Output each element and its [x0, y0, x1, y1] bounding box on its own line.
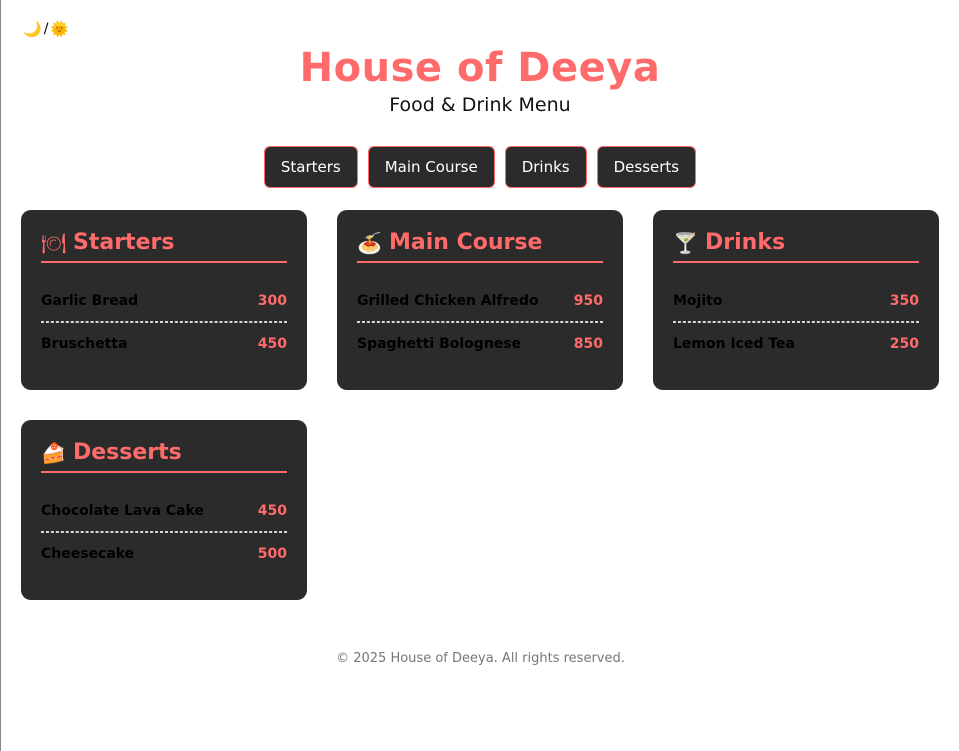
category-nav: Starters Main Course Drinks Desserts: [1, 146, 959, 188]
card-title: Desserts: [73, 440, 182, 465]
sun-icon: 🌞: [50, 20, 70, 38]
card-title: Starters: [73, 230, 175, 255]
menu-card-main-course: 🍝 Main Course Grilled Chicken Alfredo 95…: [337, 210, 623, 390]
menu-item-price: 850: [573, 335, 603, 352]
menu-item-price: 250: [889, 335, 919, 352]
nav-button-starters[interactable]: Starters: [263, 146, 358, 188]
menu-item-name: Spaghetti Bolognese: [357, 335, 522, 352]
card-title: Main Course: [389, 230, 543, 255]
page-subtitle: Food & Drink Menu: [389, 94, 571, 116]
menu-item-name: Bruschetta: [41, 335, 128, 352]
copyright-text: © 2025 House of Deeya. All rights reserv…: [336, 651, 625, 666]
card-header: 🍝 Main Course: [357, 230, 603, 263]
cake-icon: 🍰: [41, 440, 66, 465]
menu-item: Spaghetti Bolognese 850: [357, 322, 603, 364]
pasta-icon: 🍝: [357, 230, 382, 255]
card-title: Drinks: [705, 230, 786, 255]
menu-item-price: 450: [257, 502, 287, 519]
menu-item-name: Grilled Chicken Alfredo: [357, 292, 539, 309]
card-header: 🍸 Drinks: [673, 230, 919, 263]
page-header: House of Deeya Food & Drink Menu: [1, 0, 959, 116]
menu-item: Bruschetta 450: [41, 322, 287, 364]
nav-button-drinks[interactable]: Drinks: [504, 146, 587, 188]
menu-item: Chocolate Lava Cake 450: [41, 490, 287, 532]
menu-item-price: 500: [257, 545, 287, 562]
menu-item-name: Chocolate Lava Cake: [41, 502, 205, 519]
menu-item-price: 350: [889, 292, 919, 309]
cocktail-icon: 🍸: [673, 230, 698, 255]
theme-toggle-separator: /: [43, 21, 49, 37]
menu-item: Garlic Bread 300: [41, 280, 287, 322]
menu-item-name: Garlic Bread: [41, 292, 139, 309]
menu-item-price: 950: [573, 292, 603, 309]
moon-icon: 🌙: [23, 20, 42, 38]
menu-grid: 🍽 Starters Garlic Bread 300 Bruschetta 4…: [21, 210, 940, 600]
theme-toggle[interactable]: 🌙 / 🌞: [23, 20, 69, 38]
nav-button-desserts[interactable]: Desserts: [596, 146, 697, 188]
page-footer: © 2025 House of Deeya. All rights reserv…: [1, 651, 959, 666]
menu-item-price: 450: [257, 335, 287, 352]
menu-item-name: Mojito: [673, 292, 723, 309]
card-header: 🍰 Desserts: [41, 440, 287, 473]
card-header: 🍽 Starters: [41, 230, 287, 263]
page-title: House of Deeya: [299, 45, 661, 91]
menu-card-drinks: 🍸 Drinks Mojito 350 Lemon Iced Tea 250: [653, 210, 939, 390]
menu-item: Lemon Iced Tea 250: [673, 322, 919, 364]
nav-button-main-course[interactable]: Main Course: [367, 146, 495, 188]
menu-item: Cheesecake 500: [41, 532, 287, 574]
plate-icon: 🍽: [41, 230, 67, 255]
menu-item: Grilled Chicken Alfredo 950: [357, 280, 603, 322]
menu-item-name: Lemon Iced Tea: [673, 335, 795, 352]
menu-card-starters: 🍽 Starters Garlic Bread 300 Bruschetta 4…: [21, 210, 307, 390]
menu-item: Mojito 350: [673, 280, 919, 322]
menu-card-desserts: 🍰 Desserts Chocolate Lava Cake 450 Chees…: [21, 420, 307, 600]
menu-item-price: 300: [257, 292, 287, 309]
menu-item-name: Cheesecake: [41, 545, 135, 562]
